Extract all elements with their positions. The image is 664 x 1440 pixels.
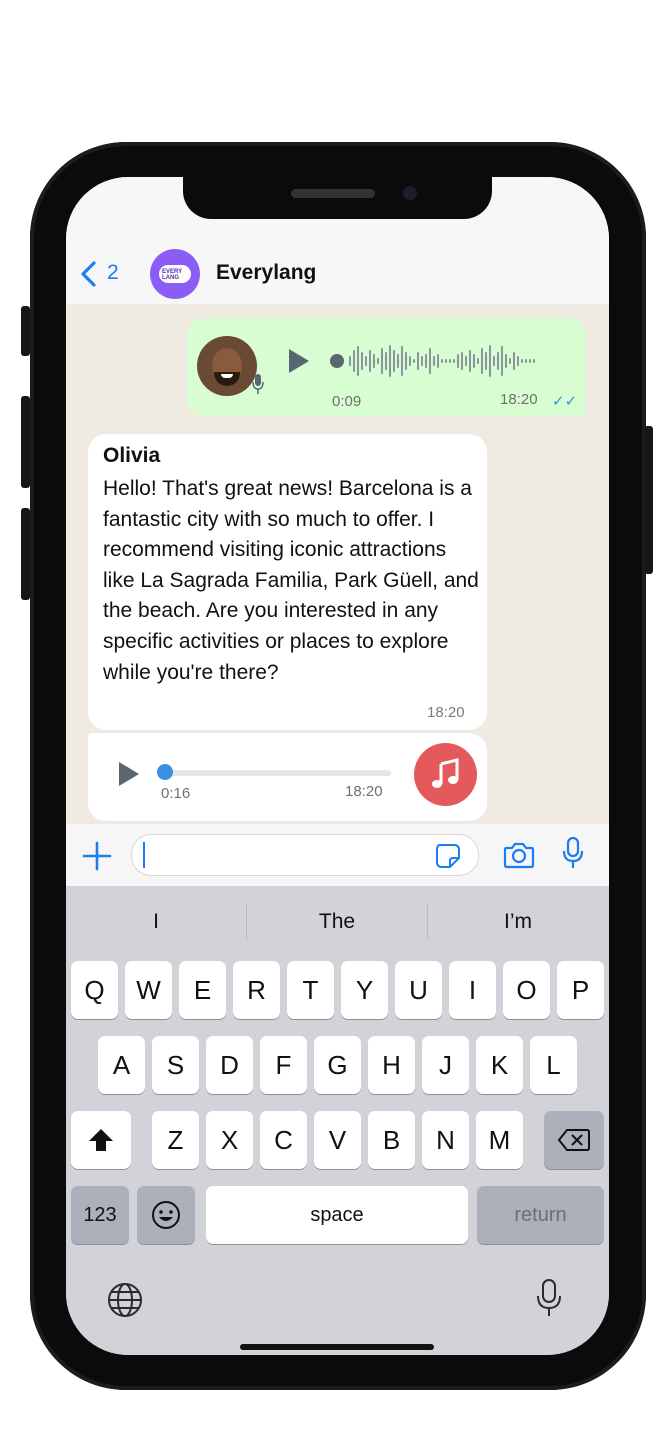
key-t[interactable]: T bbox=[287, 961, 334, 1019]
key-r[interactable]: R bbox=[233, 961, 280, 1019]
message-time: 18:20 bbox=[345, 783, 383, 800]
play-icon[interactable] bbox=[288, 348, 310, 374]
key-s[interactable]: S bbox=[152, 1036, 199, 1094]
volume-down-button bbox=[21, 508, 30, 600]
read-receipt-icon: ✓✓ bbox=[552, 393, 578, 410]
message-text: Hello! That's great news! Barcelona is a… bbox=[103, 477, 479, 684]
power-button bbox=[644, 426, 653, 574]
emoji-key[interactable] bbox=[137, 1186, 195, 1244]
key-k[interactable]: K bbox=[476, 1036, 523, 1094]
key-g[interactable]: G bbox=[314, 1036, 361, 1094]
numbers-key[interactable]: 123 bbox=[71, 1186, 129, 1244]
key-a[interactable]: A bbox=[98, 1036, 145, 1094]
audio-progress-track[interactable] bbox=[163, 770, 391, 776]
key-n[interactable]: N bbox=[422, 1111, 469, 1169]
sticker-icon[interactable] bbox=[435, 843, 461, 869]
camera-icon[interactable] bbox=[503, 841, 535, 869]
suggestion-3[interactable]: I’m bbox=[458, 910, 578, 934]
speaker-grille bbox=[291, 189, 375, 198]
silent-switch bbox=[21, 306, 30, 356]
key-b[interactable]: B bbox=[368, 1111, 415, 1169]
key-c[interactable]: C bbox=[260, 1111, 307, 1169]
key-u[interactable]: U bbox=[395, 961, 442, 1019]
predictive-bar: I The I’m bbox=[66, 886, 609, 956]
outgoing-voice-message[interactable]: 0:09 18:20 ✓✓ bbox=[187, 318, 586, 416]
message-input-field[interactable] bbox=[131, 834, 479, 876]
key-z[interactable]: Z bbox=[152, 1111, 199, 1169]
globe-icon[interactable] bbox=[106, 1281, 144, 1319]
text-caret bbox=[143, 842, 145, 868]
shift-icon bbox=[89, 1129, 113, 1151]
dictation-mic-icon[interactable] bbox=[536, 1278, 562, 1318]
key-j[interactable]: J bbox=[422, 1036, 469, 1094]
voice-duration: 0:09 bbox=[332, 393, 362, 410]
key-d[interactable]: D bbox=[206, 1036, 253, 1094]
return-key[interactable]: return bbox=[477, 1186, 604, 1244]
audio-scrubber-handle[interactable] bbox=[157, 764, 173, 780]
message-list: 0:09 18:20 ✓✓ Olivia Hello! That's great… bbox=[66, 304, 609, 824]
volume-up-button bbox=[21, 396, 30, 488]
key-h[interactable]: H bbox=[368, 1036, 415, 1094]
incoming-text-message[interactable]: Olivia Hello! That's great news! Barcelo… bbox=[88, 434, 487, 730]
key-f[interactable]: F bbox=[260, 1036, 307, 1094]
mic-icon bbox=[252, 374, 264, 394]
suggestion-2[interactable]: The bbox=[277, 910, 397, 934]
key-m[interactable]: M bbox=[476, 1111, 523, 1169]
home-indicator[interactable] bbox=[240, 1344, 434, 1350]
waveform[interactable] bbox=[330, 343, 565, 379]
logo-icon: EVERY LANG bbox=[159, 265, 191, 283]
key-i[interactable]: I bbox=[449, 961, 496, 1019]
notch bbox=[183, 177, 492, 219]
suggestion-divider bbox=[427, 904, 428, 940]
message-input[interactable] bbox=[148, 839, 422, 871]
logo-text: EVERY LANG bbox=[162, 269, 183, 281]
incoming-audio-message[interactable]: 0:16 18:20 bbox=[88, 733, 487, 821]
key-l[interactable]: L bbox=[530, 1036, 577, 1094]
unread-count[interactable]: 2 bbox=[107, 261, 119, 285]
front-camera bbox=[403, 186, 417, 200]
suggestion-divider bbox=[246, 904, 247, 940]
key-v[interactable]: V bbox=[314, 1111, 361, 1169]
sender-avatar bbox=[197, 336, 257, 396]
music-note-icon bbox=[414, 743, 477, 806]
plus-icon[interactable] bbox=[82, 841, 112, 871]
sender-name: Olivia bbox=[103, 444, 161, 467]
keyboard: I The I’m Q W E R T Y U I O P A S D F G … bbox=[66, 886, 609, 1355]
key-x[interactable]: X bbox=[206, 1111, 253, 1169]
key-e[interactable]: E bbox=[179, 961, 226, 1019]
back-chevron-icon[interactable] bbox=[79, 260, 99, 288]
message-time: 18:20 bbox=[500, 391, 538, 408]
key-y[interactable]: Y bbox=[341, 961, 388, 1019]
play-icon[interactable] bbox=[118, 761, 140, 787]
composer-bar bbox=[66, 824, 609, 886]
backspace-icon bbox=[557, 1129, 590, 1151]
key-q[interactable]: Q bbox=[71, 961, 118, 1019]
mic-icon[interactable] bbox=[563, 836, 583, 870]
screen: 2 EVERY LANG Everylang 0:09 18:20 ✓✓ Oli… bbox=[66, 177, 609, 1355]
key-p[interactable]: P bbox=[557, 961, 604, 1019]
suggestion-1[interactable]: I bbox=[96, 910, 216, 934]
key-w[interactable]: W bbox=[125, 961, 172, 1019]
chat-avatar[interactable]: EVERY LANG bbox=[150, 249, 200, 299]
emoji-icon bbox=[152, 1201, 180, 1229]
key-o[interactable]: O bbox=[503, 961, 550, 1019]
chat-title[interactable]: Everylang bbox=[216, 261, 316, 285]
space-key[interactable]: space bbox=[206, 1186, 468, 1244]
audio-duration: 0:16 bbox=[161, 785, 191, 802]
shift-key[interactable] bbox=[71, 1111, 131, 1169]
message-time: 18:20 bbox=[427, 704, 465, 721]
delete-key[interactable] bbox=[544, 1111, 604, 1169]
